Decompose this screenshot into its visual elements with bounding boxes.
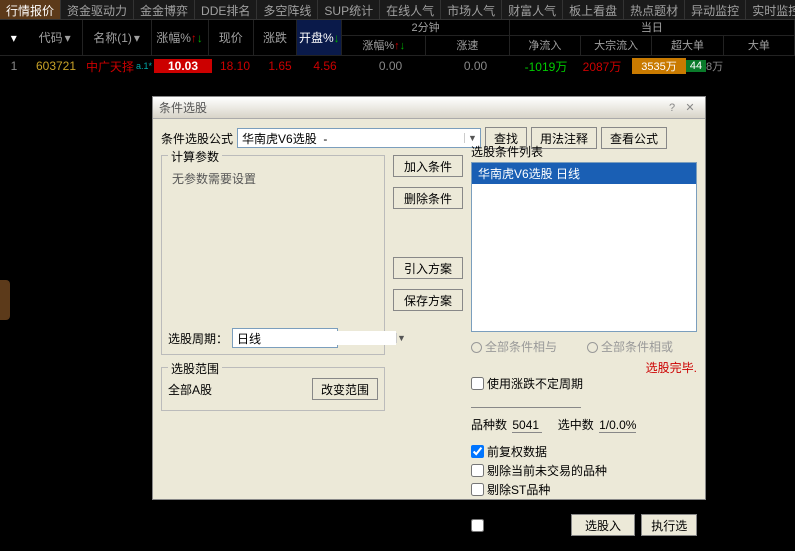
cell-big-tail: 8万	[706, 58, 723, 74]
col-super[interactable]: 超大单	[652, 36, 723, 56]
chk-fq[interactable]: 前复权数据	[471, 443, 547, 460]
col-code[interactable]: 代码▾	[28, 20, 83, 55]
period-combo[interactable]: ▼	[232, 328, 338, 348]
col-bigflow[interactable]: 大宗流入	[581, 36, 652, 56]
top-tab-bar: 行情报价 资金驱动力 金金博弈 DDE排名 多空阵线 SUP统计 在线人气 市场…	[0, 0, 795, 20]
chevron-down-icon[interactable]: ▼	[464, 133, 480, 143]
chk-notrade[interactable]: 剔除当前未交易的品种	[471, 462, 607, 479]
selected-label: 选中数	[558, 418, 594, 432]
cell-2min-speed: 0.00	[433, 59, 518, 73]
col-open[interactable]: 开盘%↓	[297, 20, 342, 55]
cell-big-green: 44	[686, 60, 706, 72]
tab-quote[interactable]: 行情报价	[0, 0, 61, 19]
cell-code: 603721	[28, 59, 84, 73]
stock-badge: a.1*	[136, 61, 152, 71]
help-icon[interactable]: ?	[663, 100, 681, 116]
chk-st[interactable]: 剔除ST品种	[471, 481, 550, 498]
row-index: 1	[0, 59, 28, 73]
tab-market[interactable]: 市场人气	[441, 0, 502, 19]
col-big[interactable]: 大单	[724, 36, 794, 56]
header-menu-dropdown[interactable]: ▾	[0, 20, 28, 55]
table-row[interactable]: 1 603721 中广天择a.1* 10.03 18.10 1.65 4.56 …	[0, 56, 795, 76]
side-expand-handle[interactable]	[0, 280, 10, 320]
formula-label: 条件选股公式	[161, 130, 233, 147]
calc-params-box: 计算参数 无参数需要设置 选股周期： ▼	[161, 155, 385, 355]
tab-longshort[interactable]: 多空阵线	[257, 0, 318, 19]
period-input[interactable]	[233, 331, 396, 345]
period-label: 选股周期：	[168, 330, 228, 347]
count-value: 5041	[512, 418, 542, 433]
cell-price: 18.10	[212, 59, 258, 73]
cell-open: 4.56	[302, 59, 348, 73]
tab-realtime[interactable]: 实时监控	[746, 0, 795, 19]
tab-online[interactable]: 在线人气	[380, 0, 441, 19]
no-params-text: 无参数需要设置	[172, 170, 374, 187]
cell-pct: 10.03	[154, 59, 212, 73]
condition-stock-dialog: 条件选股 ? ✕ 条件选股公式 ▼ 查找 用法注释 查看公式 计算参数 无参数需…	[152, 96, 706, 500]
col-2min-pct[interactable]: 涨幅%↑↓	[342, 36, 426, 56]
chk-period[interactable]: 使用涨跌不定周期	[471, 375, 583, 392]
table-header: ▾ 代码▾ 名称(1)▾ 涨幅%↑↓ 现价 涨跌 开盘%↓ 2分钟 涨幅%↑↓ …	[0, 20, 795, 56]
col-netflow[interactable]: 净流入	[510, 36, 581, 56]
radio-and[interactable]: 全部条件相与	[471, 338, 557, 355]
selected-value: 1/0.0%	[599, 418, 636, 433]
cell-2min-pct: 0.00	[348, 59, 433, 73]
range-legend: 选股范围	[168, 360, 222, 377]
close-icon[interactable]: ✕	[681, 100, 699, 116]
cell-bigflow: 2087万	[574, 58, 630, 75]
tab-fund[interactable]: 资金驱动力	[61, 0, 134, 19]
save-plan-button[interactable]: 保存方案	[393, 289, 463, 311]
dialog-titlebar[interactable]: 条件选股 ? ✕	[153, 97, 705, 119]
cell-netflow: -1019万	[518, 58, 574, 75]
execute-button[interactable]: 执行选股	[641, 514, 697, 536]
list-item[interactable]: 华南虎V6选股 日线	[472, 163, 696, 184]
done-text: 选股完毕.	[471, 359, 697, 376]
tab-wealth[interactable]: 财富人气	[502, 0, 563, 19]
formula-combo[interactable]: ▼	[237, 128, 481, 148]
calc-legend: 计算参数	[168, 148, 222, 165]
change-range-button[interactable]: 改变范围	[312, 378, 378, 400]
add-condition-button[interactable]: 加入条件	[393, 155, 463, 177]
col-2min-speed[interactable]: 涨速	[426, 36, 509, 56]
tab-board[interactable]: 板上看盘	[563, 0, 624, 19]
col-name[interactable]: 名称(1)▾	[83, 20, 152, 55]
cell-name: 中广天择a.1*	[84, 58, 154, 75]
tab-hot[interactable]: 热点题材	[624, 0, 685, 19]
cell-super: 3535万	[632, 58, 686, 74]
del-condition-button[interactable]: 删除条件	[393, 187, 463, 209]
formula-input[interactable]	[238, 131, 464, 145]
col-group-2min: 2分钟 涨幅%↑↓ 涨速	[342, 20, 509, 55]
chk-time[interactable]: 时间段内满足条件	[471, 508, 559, 542]
dialog-title: 条件选股	[159, 99, 663, 116]
tab-dde[interactable]: DDE排名	[195, 0, 257, 19]
col-pct[interactable]: 涨幅%↑↓	[152, 20, 209, 55]
chevron-down-icon[interactable]: ▼	[396, 333, 406, 343]
import-plan-button[interactable]: 引入方案	[393, 257, 463, 279]
to-block-button[interactable]: 选股入板块	[571, 514, 636, 536]
range-box: 选股范围 全部A股 改变范围	[161, 367, 385, 411]
condition-listbox[interactable]: 华南虎V6选股 日线	[471, 162, 697, 332]
tab-game[interactable]: 金金博弈	[134, 0, 195, 19]
cell-chg: 1.65	[258, 59, 302, 73]
col-chg[interactable]: 涨跌	[254, 20, 297, 55]
condition-list-label: 选股条件列表	[471, 143, 697, 160]
tab-sup[interactable]: SUP统计	[318, 0, 380, 19]
tab-abnormal[interactable]: 异动监控	[685, 0, 746, 19]
range-value: 全部A股	[168, 381, 212, 398]
col-group-day: 当日 净流入 大宗流入 超大单 大单	[510, 20, 795, 55]
col-price[interactable]: 现价	[209, 20, 254, 55]
radio-or[interactable]: 全部条件相或	[587, 338, 673, 355]
count-label: 品种数	[471, 418, 507, 432]
period-range-input[interactable]	[471, 393, 581, 408]
